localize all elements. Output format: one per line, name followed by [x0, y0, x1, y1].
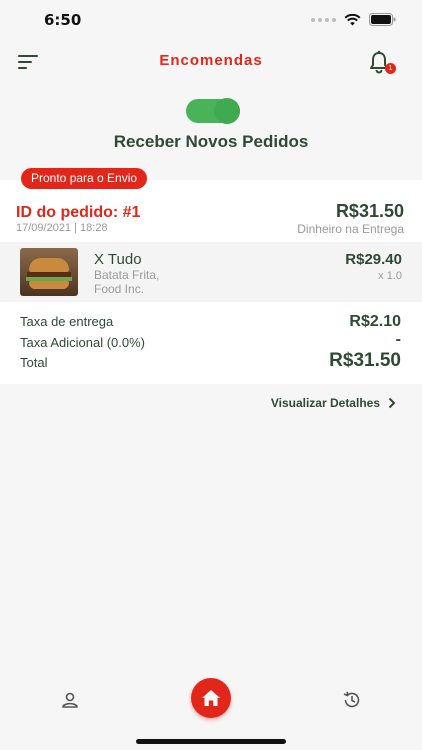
receive-orders-toggle[interactable]	[186, 98, 240, 124]
notifications-button[interactable]: 1	[368, 50, 396, 74]
extra-fee-value: -	[395, 331, 401, 348]
app-header: Encomendas 1	[0, 44, 422, 78]
battery-icon	[369, 13, 396, 26]
status-time: 6:50	[44, 11, 82, 29]
payment-method: Dinheiro na Entrega	[297, 222, 404, 236]
order-status-badge: Pronto para o Envio	[21, 168, 148, 189]
extra-fee-label: Taxa Adicional (0.0%)	[20, 335, 146, 350]
view-details-label: Visualizar Detalhes	[270, 396, 380, 410]
signal-icon	[311, 17, 336, 22]
burger-image	[20, 248, 78, 296]
bottom-nav	[0, 670, 422, 750]
receive-orders-label: Receber Novos Pedidos	[113, 132, 309, 151]
page-title: Encomendas	[159, 52, 263, 69]
order-id: ID do pedido: #1	[16, 204, 141, 221]
status-bar: 6:50	[0, 0, 422, 40]
item-description: Batata Frita, Food Inc.	[94, 268, 160, 296]
item-name: X Tudo	[94, 251, 142, 268]
home-icon	[202, 690, 220, 706]
list-item: X Tudo Batata Frita, Food Inc. R$29.40 x…	[0, 242, 422, 302]
total-label: Total	[20, 355, 48, 370]
item-quantity: x 1.0	[378, 270, 402, 282]
delivery-fee-label: Taxa de entrega	[20, 314, 114, 329]
delivery-fee-value: R$2.10	[349, 313, 401, 330]
order-date: 17/09/2021 | 18:28	[16, 222, 108, 234]
profile-icon[interactable]	[61, 691, 79, 709]
item-price: R$29.40	[345, 251, 402, 268]
summary-total-value: R$31.50	[329, 350, 401, 371]
home-indicator	[136, 739, 286, 744]
view-details-link[interactable]: Visualizar Detalhes	[271, 396, 396, 410]
status-icons	[311, 13, 396, 26]
home-button[interactable]	[191, 678, 231, 718]
notification-badge: 1	[385, 63, 396, 74]
order-total: R$31.50	[335, 201, 404, 221]
wifi-icon	[344, 13, 361, 25]
toggle-knob	[214, 98, 240, 124]
history-icon[interactable]	[342, 690, 362, 710]
chevron-right-icon	[388, 397, 396, 409]
